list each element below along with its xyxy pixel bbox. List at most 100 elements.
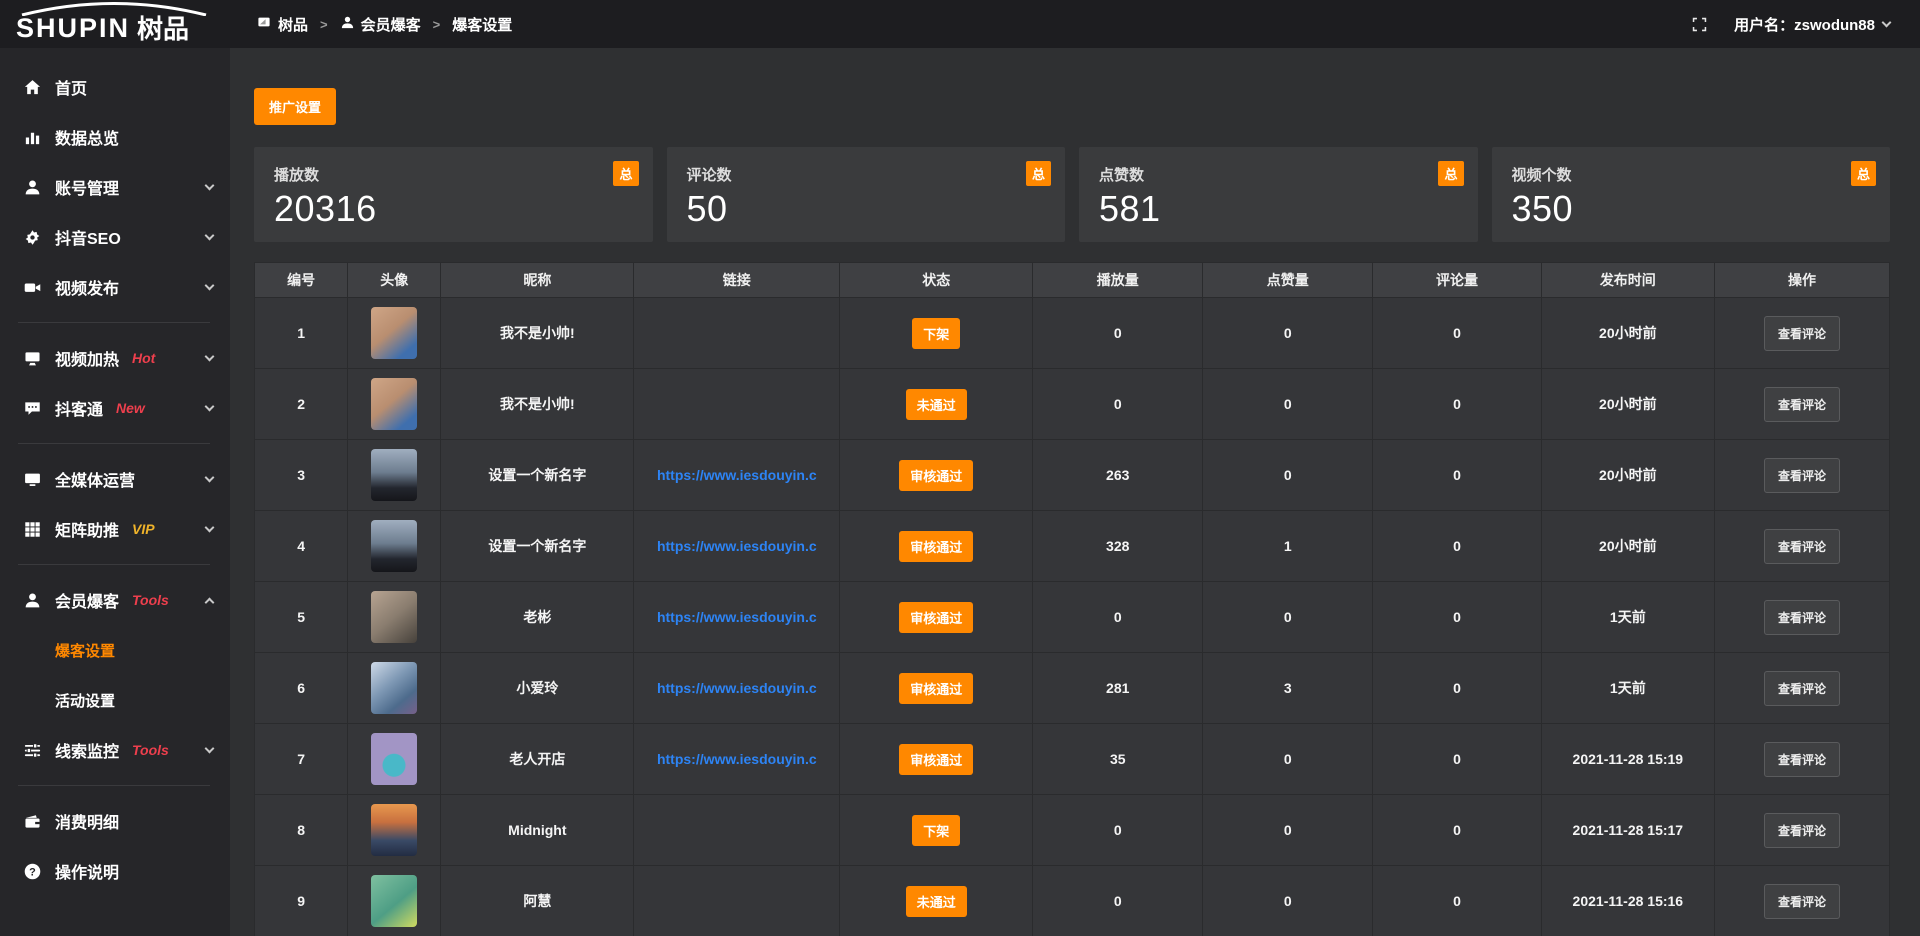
cell-id: 1	[255, 298, 348, 369]
cell-action: 查看评论	[1714, 511, 1889, 582]
sidebar-item-consume-detail[interactable]: 消费明细	[0, 796, 230, 846]
avatar	[371, 733, 417, 785]
username-dropdown[interactable]: 用户名：zswodun88	[1734, 14, 1890, 35]
cell-link: https://www.iesdouyin.c	[634, 653, 840, 724]
breadcrumb-item-2[interactable]: 会员爆客	[340, 14, 421, 35]
cell-likes: 0	[1203, 795, 1373, 866]
sidebar-item-operation-guide[interactable]: ? 操作说明	[0, 846, 230, 896]
cell-time: 2021-11-28 15:19	[1541, 724, 1714, 795]
stat-card-label: 点赞数	[1099, 164, 1458, 185]
video-link[interactable]: https://www.iesdouyin.c	[657, 609, 817, 625]
sidebar-menu: 首页数据总览账号管理抖音SEO视频发布视频加热Hot抖客通New 全媒体运营矩阵助…	[0, 62, 230, 896]
cell-comments: 0	[1373, 582, 1541, 653]
stat-card-1: 播放数20316总	[254, 147, 653, 242]
cell-nickname: 老彬	[441, 582, 634, 653]
breadcrumb-item-1[interactable]: 树品	[256, 14, 308, 35]
promotion-settings-button[interactable]: 推广设置	[254, 88, 336, 125]
sidebar-subitem-baoke-settings[interactable]: 爆客设置	[0, 625, 230, 675]
table-row: 3设置一个新名字https://www.iesdouyin.c审核通过26300…	[255, 440, 1890, 511]
cell-comments: 0	[1373, 795, 1541, 866]
gear-icon	[22, 227, 42, 247]
cell-id: 7	[255, 724, 348, 795]
view-comments-button[interactable]: 查看评论	[1764, 813, 1840, 848]
sidebar-item-badge: VIP	[132, 521, 155, 537]
sidebar-item-member-baoke[interactable]: 会员爆客Tools	[0, 575, 230, 625]
avatar	[371, 449, 417, 501]
cell-comments: 0	[1373, 298, 1541, 369]
table-column-header: 链接	[634, 263, 840, 298]
total-badge: 总	[1026, 161, 1051, 186]
sidebar-item-account-manage[interactable]: 账号管理	[0, 162, 230, 212]
sidebar-item-matrix-boost[interactable]: 矩阵助推VIP	[0, 504, 230, 554]
sidebar-item-media-operation[interactable]: 全媒体运营	[0, 454, 230, 504]
table-row: 8Midnight下架0002021-11-28 15:17查看评论	[255, 795, 1890, 866]
cell-status: 未通过	[840, 369, 1033, 440]
sidebar-item-label: 操作说明	[55, 859, 119, 883]
stat-card-4: 视频个数350总	[1492, 147, 1891, 242]
stat-card-value: 350	[1512, 188, 1871, 230]
view-comments-button[interactable]: 查看评论	[1764, 742, 1840, 777]
view-comments-button[interactable]: 查看评论	[1764, 884, 1840, 919]
cell-id: 2	[255, 369, 348, 440]
sidebar-divider	[18, 564, 210, 565]
sidebar-item-clue-monitor[interactable]: 线索监控Tools	[0, 725, 230, 775]
stat-cards: 播放数20316总评论数50总点赞数581总视频个数350总	[254, 147, 1890, 242]
logo-arc	[18, 2, 210, 16]
view-comments-button[interactable]: 查看评论	[1764, 458, 1840, 493]
sidebar-item-label: 数据总览	[55, 125, 119, 149]
cell-link: https://www.iesdouyin.c	[634, 582, 840, 653]
video-link[interactable]: https://www.iesdouyin.c	[657, 751, 817, 767]
cell-avatar	[348, 511, 441, 582]
stat-card-value: 581	[1099, 188, 1458, 230]
sidebar-subitem-activity-settings[interactable]: 活动设置	[0, 675, 230, 725]
cell-plays: 328	[1033, 511, 1203, 582]
chevron-down-icon	[205, 744, 215, 754]
cell-avatar	[348, 795, 441, 866]
cell-id: 3	[255, 440, 348, 511]
avatar	[371, 307, 417, 359]
cell-plays: 0	[1033, 298, 1203, 369]
view-comments-button[interactable]: 查看评论	[1764, 600, 1840, 635]
table-column-header: 播放量	[1033, 263, 1203, 298]
view-comments-button[interactable]: 查看评论	[1764, 671, 1840, 706]
sidebar-item-douyin-seo[interactable]: 抖音SEO	[0, 212, 230, 262]
video-link[interactable]: https://www.iesdouyin.c	[657, 680, 817, 696]
cell-nickname: 小爱玲	[441, 653, 634, 724]
table-row: 7老人开店https://www.iesdouyin.c审核通过35002021…	[255, 724, 1890, 795]
stat-card-3: 点赞数 581总	[1079, 147, 1478, 242]
chat-icon	[22, 398, 42, 418]
sidebar-item-video-heat[interactable]: 视频加热Hot	[0, 333, 230, 383]
fullscreen-icon[interactable]	[1691, 16, 1708, 33]
sliders-icon	[22, 740, 42, 760]
cell-time: 2021-11-28 15:16	[1541, 866, 1714, 936]
sidebar-item-data-overview[interactable]: 数据总览	[0, 112, 230, 162]
total-badge: 总	[1438, 161, 1463, 186]
logo: SHUPIN 树品	[0, 0, 230, 48]
cell-link	[634, 795, 840, 866]
cell-plays: 0	[1033, 866, 1203, 936]
sidebar-divider	[18, 322, 210, 323]
wallet-icon	[22, 811, 42, 831]
svg-text:?: ?	[29, 866, 36, 878]
cell-time: 20小时前	[1541, 369, 1714, 440]
cell-status: 审核通过	[840, 511, 1033, 582]
cell-link: https://www.iesdouyin.c	[634, 511, 840, 582]
view-comments-button[interactable]: 查看评论	[1764, 316, 1840, 351]
video-link[interactable]: https://www.iesdouyin.c	[657, 467, 817, 483]
cell-action: 查看评论	[1714, 866, 1889, 936]
table-row: 5老彬https://www.iesdouyin.c审核通过0001天前查看评论	[255, 582, 1890, 653]
cell-nickname: 我不是小帅!	[441, 369, 634, 440]
sidebar-item-video-publish[interactable]: 视频发布	[0, 262, 230, 312]
view-comments-button[interactable]: 查看评论	[1764, 529, 1840, 564]
cell-action: 查看评论	[1714, 795, 1889, 866]
username-label: 用户名：zswodun88	[1734, 14, 1875, 35]
sidebar-item-home[interactable]: 首页	[0, 62, 230, 112]
sidebar-item-label: 账号管理	[55, 175, 119, 199]
view-comments-button[interactable]: 查看评论	[1764, 387, 1840, 422]
sidebar-item-douketong[interactable]: 抖客通New	[0, 383, 230, 433]
video-link[interactable]: https://www.iesdouyin.c	[657, 538, 817, 554]
logo-text-cn: 树品	[137, 16, 189, 48]
cell-likes: 0	[1203, 724, 1373, 795]
table-column-header: 头像	[348, 263, 441, 298]
cell-plays: 0	[1033, 582, 1203, 653]
